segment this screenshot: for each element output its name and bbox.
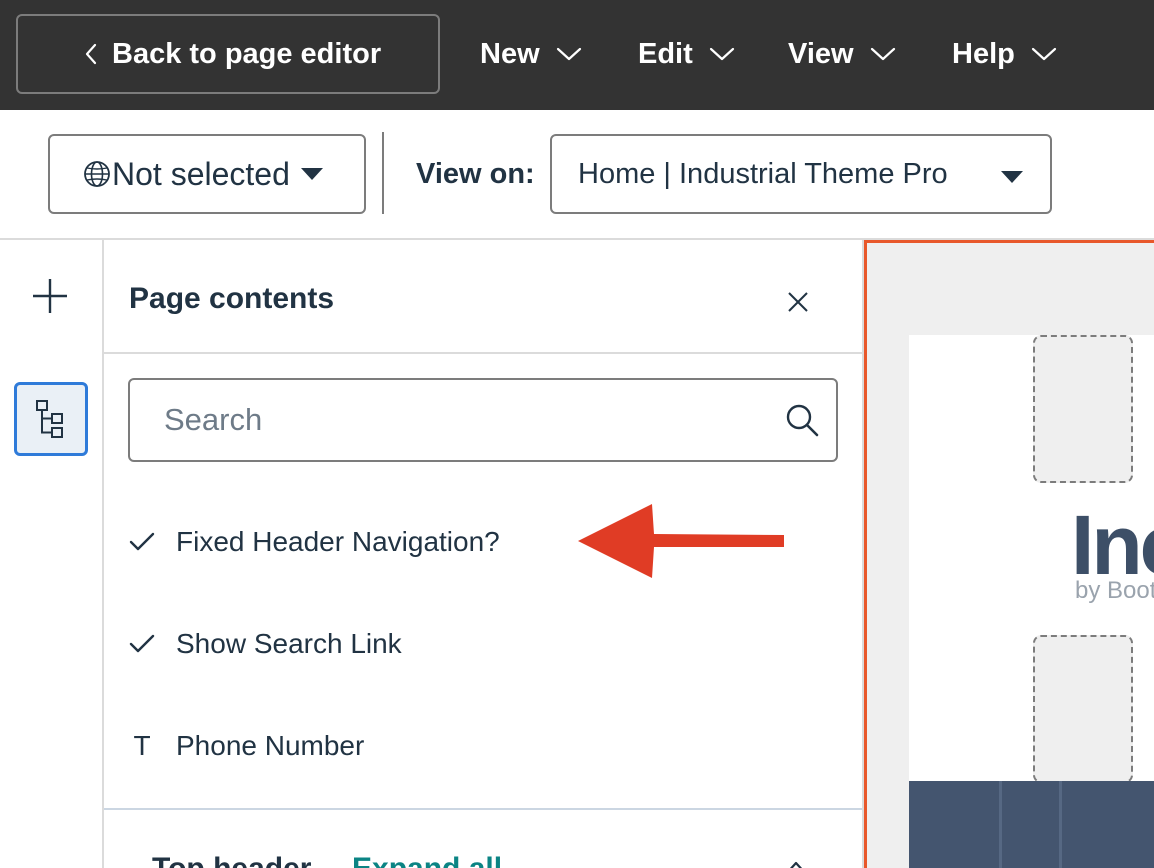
panel-title: Page contents <box>129 282 335 315</box>
top-menu-bar: Back to page editor New Edit View Help <box>0 0 1154 110</box>
annotation-arrow-icon <box>578 504 784 578</box>
preview-logo-subtitle: by Boot <box>1075 577 1154 604</box>
hero-pattern-line <box>1059 781 1062 868</box>
chevron-left-icon <box>85 43 97 65</box>
view-on-value: Home | Industrial Theme Pro <box>578 157 948 190</box>
list-item-show-search-link[interactable]: Show Search Link <box>128 624 402 664</box>
chevron-down-icon <box>556 47 581 61</box>
menu-new[interactable]: New <box>480 30 582 78</box>
chevron-up-icon[interactable] <box>784 860 808 868</box>
check-icon <box>128 528 156 556</box>
search-field <box>128 378 838 462</box>
plus-icon[interactable] <box>30 276 70 316</box>
page-toolbar: Not selected View on: Home | Industrial … <box>0 110 1154 240</box>
panel-divider <box>104 352 862 354</box>
hero-pattern-line <box>999 781 1002 868</box>
tree-structure-icon <box>36 400 63 438</box>
left-rail <box>0 240 104 868</box>
caret-down-icon <box>300 168 323 180</box>
menu-help-label: Help <box>952 37 1015 70</box>
menu-view[interactable]: View <box>788 30 896 78</box>
menu-new-label: New <box>480 37 540 70</box>
text-glyph: T <box>133 730 151 761</box>
list-item-label: Fixed Header Navigation? <box>176 526 500 557</box>
section-title-top-header: Top header <box>152 852 311 868</box>
search-icon[interactable] <box>784 402 820 438</box>
section-divider <box>104 808 862 810</box>
back-button-label: Back to page editor <box>112 37 382 70</box>
empty-module-placeholder[interactable] <box>1033 635 1133 783</box>
toolbar-divider <box>382 132 384 214</box>
empty-module-placeholder[interactable] <box>1033 335 1133 483</box>
list-item-label: Show Search Link <box>176 628 402 659</box>
preview-hero-image <box>909 781 1154 868</box>
chevron-down-icon <box>870 47 895 61</box>
page-preview[interactable]: Inc by Boot <box>864 240 1154 868</box>
language-selector[interactable]: Not selected <box>48 134 366 214</box>
check-icon <box>128 630 156 658</box>
caret-down-icon <box>1001 171 1023 183</box>
view-on-label: View on: <box>416 158 535 190</box>
view-on-select[interactable]: Home | Industrial Theme Pro <box>550 134 1052 214</box>
back-to-page-editor-button[interactable]: Back to page editor <box>16 14 440 94</box>
language-label: Not selected <box>112 155 290 192</box>
menu-edit-label: Edit <box>638 37 693 70</box>
chevron-down-icon <box>709 47 734 61</box>
list-item-phone-number[interactable]: T Phone Number <box>128 726 364 766</box>
menu-edit[interactable]: Edit <box>638 30 735 78</box>
expand-all-link[interactable]: Expand all <box>352 852 502 868</box>
text-t-icon: T <box>128 730 156 761</box>
search-input[interactable] <box>164 398 764 442</box>
menu-view-label: View <box>788 37 854 70</box>
menu-help[interactable]: Help <box>952 30 1057 78</box>
globe-icon <box>84 161 110 187</box>
chevron-down-icon <box>1031 47 1056 61</box>
list-item-fixed-header-navigation[interactable]: Fixed Header Navigation? <box>128 522 500 562</box>
list-item-label: Phone Number <box>176 730 365 761</box>
close-icon[interactable] <box>786 290 810 314</box>
page-contents-tree-button[interactable] <box>14 382 88 456</box>
